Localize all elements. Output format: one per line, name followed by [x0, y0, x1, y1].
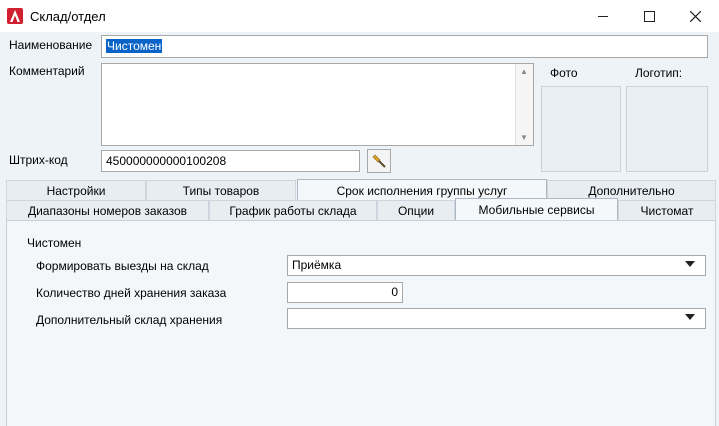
- days-value: 0: [391, 285, 398, 299]
- barcode-label: Штрих-код: [9, 153, 68, 167]
- close-icon: [689, 10, 701, 22]
- tab-options[interactable]: Опции: [377, 200, 455, 221]
- barcode-generate-button[interactable]: [367, 149, 391, 173]
- scroll-down-icon[interactable]: ▼: [520, 133, 528, 142]
- minimize-icon: [598, 15, 608, 17]
- maximize-button[interactable]: [626, 0, 672, 32]
- tab-settings[interactable]: Настройки: [6, 180, 146, 201]
- extra-warehouse-label: Дополнительный склад хранения: [36, 313, 223, 327]
- extra-warehouse-select[interactable]: [287, 308, 706, 329]
- barcode-generate-icon: [372, 154, 386, 168]
- close-button[interactable]: [672, 0, 718, 32]
- trips-select[interactable]: Приёмка: [287, 255, 706, 276]
- tab-warehouse-schedule[interactable]: График работы склада: [209, 200, 377, 221]
- barcode-value: 450000000000100208: [106, 154, 227, 168]
- days-label: Количество дней хранения заказа: [36, 286, 227, 300]
- comment-label: Комментарий: [9, 64, 85, 78]
- app-logo-icon: [7, 8, 23, 24]
- tab-product-types[interactable]: Типы товаров: [146, 180, 296, 201]
- name-label: Наименование: [9, 38, 93, 52]
- tab-order-number-ranges[interactable]: Диапазоны номеров заказов: [6, 200, 209, 221]
- name-input[interactable]: Чистомен: [101, 35, 708, 58]
- chevron-down-icon[interactable]: [685, 314, 695, 320]
- trips-value: Приёмка: [292, 258, 342, 272]
- logo-label: Логотип:: [635, 66, 683, 80]
- tab-chistomat[interactable]: Чистомат: [618, 200, 716, 221]
- tab-mobile-services[interactable]: Мобильные сервисы: [455, 198, 618, 220]
- chevron-down-icon[interactable]: [685, 261, 695, 267]
- title-bar: Склад/отдел: [0, 0, 719, 32]
- minimize-button[interactable]: [580, 0, 626, 32]
- logo-box[interactable]: [626, 86, 708, 172]
- photo-box[interactable]: [541, 86, 621, 172]
- comment-textarea[interactable]: ▲ ▼: [101, 63, 534, 146]
- group-title: Чистомен: [27, 236, 82, 250]
- barcode-input[interactable]: 450000000000100208: [101, 150, 360, 172]
- scroll-up-icon[interactable]: ▲: [520, 67, 528, 76]
- maximize-icon: [643, 10, 655, 22]
- photo-label: Фото: [550, 66, 578, 80]
- days-input[interactable]: 0: [287, 282, 403, 303]
- window-title: Склад/отдел: [30, 9, 106, 24]
- name-value: Чистомен: [106, 39, 163, 53]
- trips-label: Формировать выезды на склад: [36, 259, 209, 273]
- comment-scrollbar[interactable]: ▲ ▼: [515, 64, 533, 145]
